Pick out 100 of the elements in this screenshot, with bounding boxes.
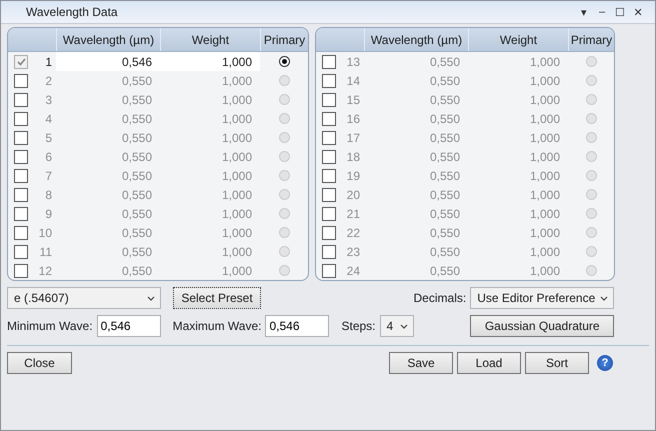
primary-radio[interactable] bbox=[278, 56, 290, 67]
wavelength-cell[interactable]: 0,550 bbox=[56, 185, 160, 204]
weight-cell[interactable]: 1,000 bbox=[468, 204, 568, 223]
weight-cell[interactable]: 1,000 bbox=[468, 71, 568, 90]
weight-cell[interactable]: 1,000 bbox=[468, 185, 568, 204]
select-preset-button[interactable]: Select Preset bbox=[173, 287, 261, 309]
column-header[interactable]: Weight bbox=[468, 28, 568, 51]
checkbox[interactable] bbox=[322, 206, 336, 220]
checkbox[interactable] bbox=[322, 188, 336, 202]
wavelength-cell[interactable]: 0,550 bbox=[56, 71, 160, 90]
wavelength-cell[interactable]: 0,550 bbox=[364, 261, 468, 280]
help-icon[interactable]: ? bbox=[597, 355, 613, 371]
wavelength-cell[interactable]: 0,550 bbox=[364, 185, 468, 204]
weight-cell[interactable]: 1,000 bbox=[160, 90, 260, 109]
weight-cell[interactable]: 1,000 bbox=[160, 71, 260, 90]
weight-cell[interactable]: 1,000 bbox=[160, 128, 260, 147]
row-number: 20 bbox=[346, 186, 361, 204]
weight-cell[interactable]: 1,000 bbox=[160, 223, 260, 242]
row-number: 7 bbox=[44, 168, 53, 184]
column-header[interactable]: Weight bbox=[160, 28, 260, 51]
weight-cell[interactable]: 1,000 bbox=[468, 242, 568, 261]
weight-cell[interactable]: 1,000 bbox=[160, 185, 260, 204]
wavelength-cell[interactable]: 0,550 bbox=[364, 90, 468, 109]
checkbox[interactable] bbox=[322, 264, 336, 278]
column-header[interactable]: Primary bbox=[568, 28, 614, 51]
checkbox[interactable] bbox=[322, 54, 336, 68]
maximum-wave-field[interactable]: 0,546 bbox=[265, 315, 330, 337]
weight-cell[interactable]: 1,000 bbox=[160, 166, 260, 185]
action-button[interactable]: Load bbox=[457, 352, 521, 374]
gaussian-quadrature-button[interactable]: Gaussian Quadrature bbox=[470, 315, 614, 337]
window-title: Wavelength Data bbox=[26, 5, 119, 19]
checkbox[interactable] bbox=[14, 54, 28, 68]
weight-cell[interactable]: 1,000 bbox=[468, 223, 568, 242]
wavelength-cell[interactable]: 0,550 bbox=[364, 223, 468, 242]
minimize-button[interactable]: – bbox=[593, 6, 611, 18]
action-button[interactable]: Save bbox=[389, 352, 453, 374]
wavelength-cell[interactable]: 0,546 bbox=[56, 52, 160, 71]
wavelength-cell[interactable]: 0,550 bbox=[364, 128, 468, 147]
weight-cell[interactable]: 1,000 bbox=[160, 242, 260, 261]
wavelength-cell[interactable]: 0,550 bbox=[56, 109, 160, 128]
wavelength-cell[interactable]: 0,550 bbox=[56, 90, 160, 109]
weight-cell[interactable]: 1,000 bbox=[468, 147, 568, 166]
wavelength-cell[interactable]: 0,550 bbox=[364, 109, 468, 128]
wavelength-cell[interactable]: 0,550 bbox=[56, 242, 160, 261]
weight-cell[interactable]: 1,000 bbox=[468, 52, 568, 71]
decimals-dropdown[interactable]: Use Editor Preference bbox=[470, 287, 614, 309]
wavelength-cell[interactable]: 0,550 bbox=[364, 147, 468, 166]
checkbox[interactable] bbox=[322, 168, 336, 182]
checkbox[interactable] bbox=[14, 244, 28, 258]
column-header[interactable]: Wavelength (µm) bbox=[364, 28, 468, 51]
weight-cell[interactable]: 1,000 bbox=[468, 166, 568, 185]
row-number: 8 bbox=[44, 186, 53, 204]
menu-button[interactable]: ▾ bbox=[575, 6, 593, 18]
decimals-label: Decimals: bbox=[414, 291, 466, 305]
checkbox[interactable] bbox=[322, 150, 336, 164]
checkbox[interactable] bbox=[14, 264, 28, 278]
close-dialog-button[interactable]: Close bbox=[7, 352, 72, 374]
weight-cell[interactable]: 1,000 bbox=[160, 52, 260, 71]
checkbox[interactable] bbox=[322, 130, 336, 144]
checkbox[interactable] bbox=[14, 206, 28, 220]
checkbox[interactable] bbox=[14, 168, 28, 182]
wavelength-cell[interactable]: 0,550 bbox=[56, 261, 160, 280]
checkbox[interactable] bbox=[14, 130, 28, 144]
action-button[interactable]: Sort bbox=[525, 352, 589, 374]
weight-cell[interactable]: 1,000 bbox=[160, 261, 260, 280]
checkbox[interactable] bbox=[14, 112, 28, 126]
steps-dropdown[interactable]: 4 bbox=[380, 315, 414, 337]
checkbox[interactable] bbox=[14, 150, 28, 164]
column-header[interactable]: Wavelength (µm) bbox=[56, 28, 160, 51]
wavelength-cell[interactable]: 0,550 bbox=[364, 242, 468, 261]
wavelength-cell[interactable]: 0,550 bbox=[56, 147, 160, 166]
wavelength-cell[interactable]: 0,550 bbox=[56, 166, 160, 185]
checkbox[interactable] bbox=[14, 74, 28, 88]
checkbox[interactable] bbox=[14, 92, 28, 106]
minimum-wave-field[interactable]: 0,546 bbox=[96, 315, 161, 337]
wavelength-cell[interactable]: 0,550 bbox=[364, 52, 468, 71]
maximize-button[interactable]: ☐ bbox=[611, 6, 629, 18]
close-button[interactable]: ✕ bbox=[629, 6, 647, 18]
checkbox[interactable] bbox=[14, 226, 28, 240]
weight-cell[interactable]: 1,000 bbox=[160, 109, 260, 128]
wavelength-cell[interactable]: 0,550 bbox=[364, 204, 468, 223]
checkbox[interactable] bbox=[322, 112, 336, 126]
wavelength-cell[interactable]: 0,550 bbox=[56, 223, 160, 242]
weight-cell[interactable]: 1,000 bbox=[468, 261, 568, 280]
weight-cell[interactable]: 1,000 bbox=[468, 109, 568, 128]
wavelength-cell[interactable]: 0,550 bbox=[56, 204, 160, 223]
wavelength-cell[interactable]: 0,550 bbox=[364, 71, 468, 90]
wavelength-cell[interactable]: 0,550 bbox=[364, 166, 468, 185]
weight-cell[interactable]: 1,000 bbox=[468, 128, 568, 147]
weight-cell[interactable]: 1,000 bbox=[160, 147, 260, 166]
checkbox[interactable] bbox=[322, 92, 336, 106]
wavelength-cell[interactable]: 0,550 bbox=[56, 128, 160, 147]
checkbox[interactable] bbox=[14, 188, 28, 202]
column-header[interactable]: Primary bbox=[260, 28, 308, 51]
weight-cell[interactable]: 1,000 bbox=[160, 204, 260, 223]
checkbox[interactable] bbox=[322, 226, 336, 240]
weight-cell[interactable]: 1,000 bbox=[468, 90, 568, 109]
checkbox[interactable] bbox=[322, 244, 336, 258]
checkbox[interactable] bbox=[322, 74, 336, 88]
preset-dropdown[interactable]: e (.54607) bbox=[7, 287, 161, 309]
